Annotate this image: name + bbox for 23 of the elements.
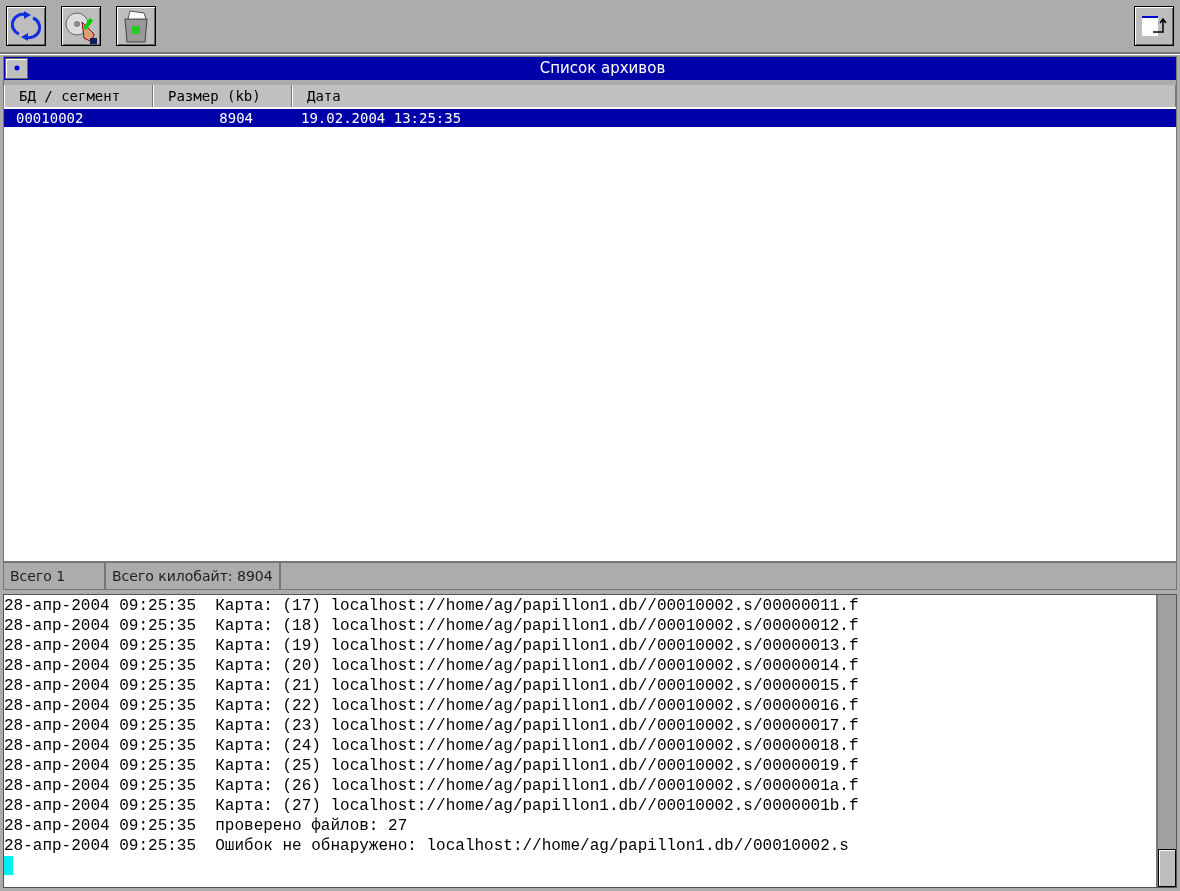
archive-row[interactable]: 00010002 8904 19.02.2004 13:25:35 <box>4 108 1176 127</box>
log-line: 28-апр-2004 09:25:35 Карта: (22) localhost://home/ag/papillon1.db//00010002.s/00000016.f <box>4 695 860 716</box>
status-text: Всего 1 <box>4 562 106 589</box>
column-header[interactable]: Дата <box>292 84 1176 107</box>
log-line: 28-апр-2004 09:25:35 Карта: (23) localhost://home/ag/papillon1.db//00010002.s/00000017.f <box>4 715 860 736</box>
log-line: 28-апр-2004 09:25:35 Ошибок не обнаружено: localhost://home/ag/papillon1.db//00010002.s <box>4 835 850 856</box>
log-line: 28-апр-2004 09:25:35 Карта: (19) localhost://home/ag/papillon1.db//00010002.s/00000013.f <box>4 635 860 656</box>
table-cell-text: 00010002 <box>15 108 85 127</box>
log-line: 28-апр-2004 09:25:35 Карта: (21) localhost://home/ag/papillon1.db//00010002.s/00000015.f <box>4 675 860 696</box>
column-header[interactable]: Размер (kb) <box>153 84 292 107</box>
column-header[interactable]: БД / сегмент <box>4 84 153 107</box>
status-text: Всего килобайт: 8904 <box>106 562 281 589</box>
log-line: 28-апр-2004 09:25:35 Карта: (18) localhost://home/ag/papillon1.db//00010002.s/00000012.f <box>4 615 860 636</box>
log-line: 28-апр-2004 09:25:35 Карта: (24) localhost://home/ag/papillon1.db//00010002.s/00000018.f <box>4 735 860 756</box>
table-cell-text: 8904 <box>218 108 253 127</box>
log-line: 28-апр-2004 09:25:35 проверено файлов: 27 <box>4 815 409 836</box>
table-cell-text: 19.02.2004 13:25:35 <box>300 108 463 127</box>
log-line: 28-апр-2004 09:25:35 Карта: (17) localhost://home/ag/papillon1.db//00010002.s/00000011.f <box>4 595 860 616</box>
log-line: 28-апр-2004 09:25:35 Карта: (20) localhost://home/ag/papillon1.db//00010002.s/00000014.f <box>4 655 860 676</box>
log-line: 28-апр-2004 09:25:35 Карта: (26) localhost://home/ag/papillon1.db//00010002.s/0000001a.f <box>4 775 860 796</box>
log-line: 28-апр-2004 09:25:35 Карта: (27) localhost://home/ag/papillon1.db//00010002.s/0000001b.f <box>4 795 860 816</box>
log-line: 28-апр-2004 09:25:35 Карта: (25) localhost://home/ag/papillon1.db//00010002.s/00000019.f <box>4 755 860 776</box>
panel-title: Список архивов <box>538 59 667 77</box>
